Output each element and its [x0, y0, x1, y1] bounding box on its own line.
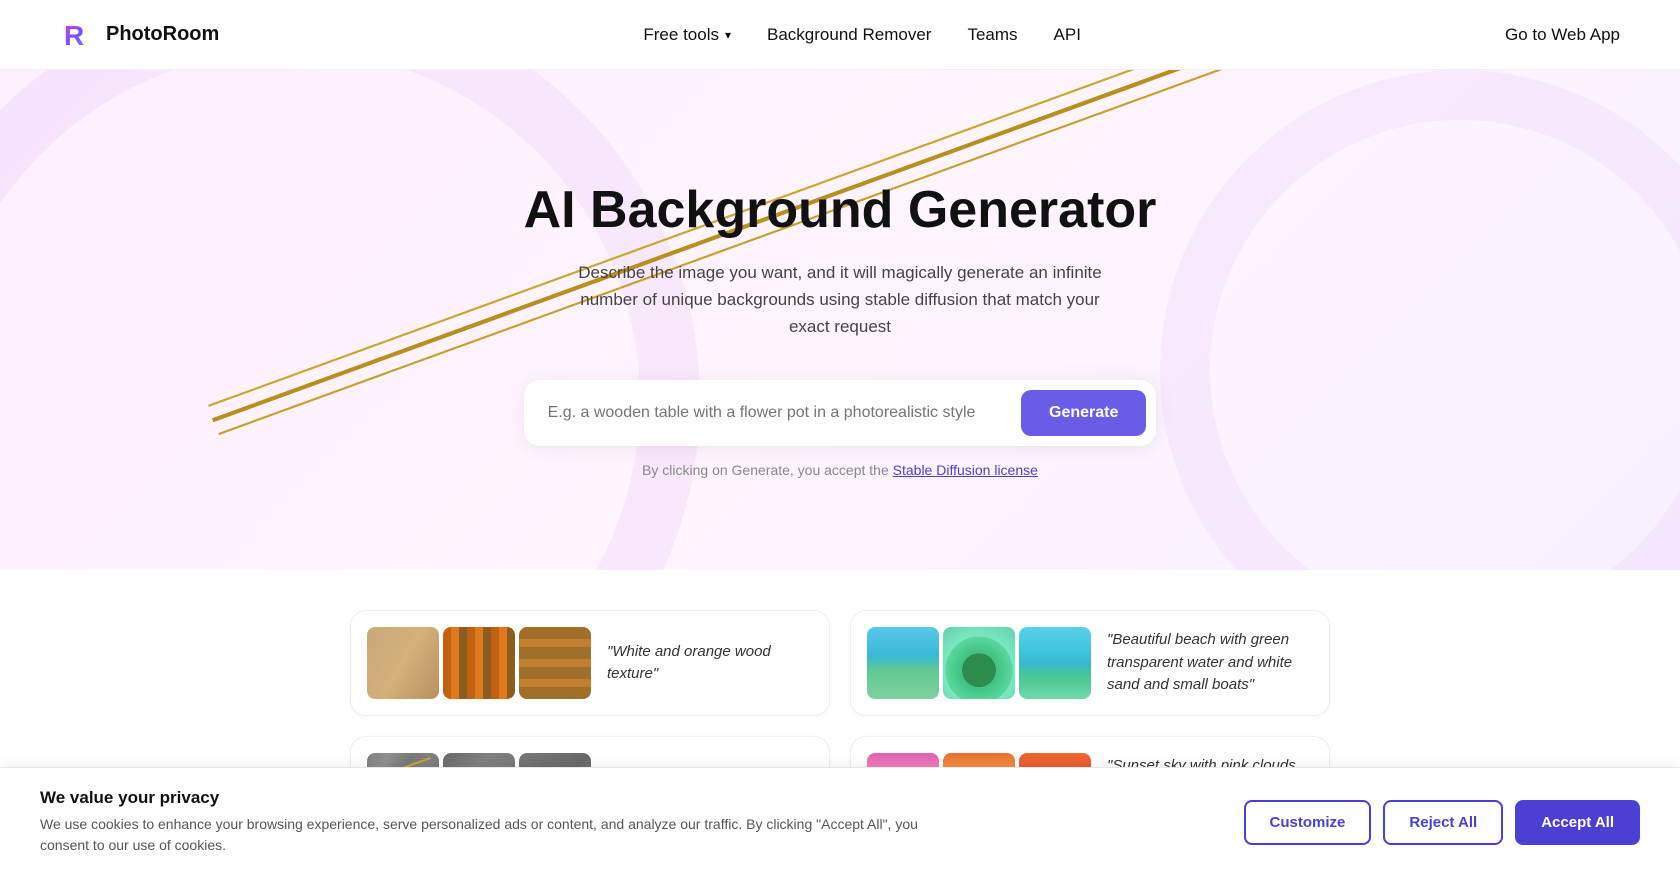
example-card-beach: "Beautiful beach with green transparent … — [850, 610, 1330, 716]
customize-button[interactable]: Customize — [1244, 800, 1372, 845]
svg-text:R: R — [64, 20, 84, 51]
example-quote-beach: "Beautiful beach with green transparent … — [1107, 629, 1313, 697]
nav-item-background-remover[interactable]: Background Remover — [767, 25, 931, 45]
page-title: AI Background Generator — [524, 182, 1157, 239]
prompt-input-container: Generate — [524, 380, 1157, 446]
chevron-down-icon: ▾ — [725, 28, 731, 42]
example-card-wood: "White and orange wood texture" — [350, 610, 830, 716]
example-image-beach-2 — [943, 627, 1015, 699]
cookie-banner: We value your privacy We use cookies to … — [0, 767, 1680, 876]
cookie-description: We use cookies to enhance your browsing … — [40, 814, 940, 856]
license-note: By clicking on Generate, you accept the … — [524, 462, 1157, 478]
reject-all-button[interactable]: Reject All — [1383, 800, 1503, 845]
logo-icon: R — [60, 17, 96, 53]
example-image-wood-2 — [443, 627, 515, 699]
example-quote-wood: "White and orange wood texture" — [607, 641, 813, 686]
example-images-wood — [367, 627, 591, 699]
example-image-beach-3 — [1019, 627, 1091, 699]
nav-item-free-tools[interactable]: Free tools ▾ — [643, 25, 731, 45]
example-image-wood-3 — [519, 627, 591, 699]
nav-item-teams[interactable]: Teams — [967, 25, 1017, 45]
cookie-text-block: We value your privacy We use cookies to … — [40, 788, 940, 856]
logo[interactable]: R PhotoRoom — [60, 17, 219, 53]
stable-diffusion-license-link[interactable]: Stable Diffusion license — [893, 462, 1038, 478]
example-images-beach — [867, 627, 1091, 699]
navbar: R PhotoRoom Free tools ▾ Background Remo… — [0, 0, 1680, 70]
cookie-title: We value your privacy — [40, 788, 940, 808]
example-image-beach-1 — [867, 627, 939, 699]
nav-links: Free tools ▾ Background Remover Teams AP… — [643, 25, 1081, 45]
hero-subtitle: Describe the image you want, and it will… — [570, 259, 1110, 341]
hero-content: AI Background Generator Describe the ima… — [524, 182, 1157, 479]
generate-button[interactable]: Generate — [1021, 390, 1146, 436]
go-to-web-app-link[interactable]: Go to Web App — [1505, 25, 1620, 45]
prompt-input[interactable] — [548, 404, 1021, 422]
example-image-wood-1 — [367, 627, 439, 699]
accept-all-button[interactable]: Accept All — [1515, 800, 1640, 845]
cookie-buttons: Customize Reject All Accept All — [1244, 800, 1640, 845]
nav-item-api[interactable]: API — [1054, 25, 1081, 45]
logo-text: PhotoRoom — [106, 23, 219, 46]
hero-section: AI Background Generator Describe the ima… — [0, 70, 1680, 570]
